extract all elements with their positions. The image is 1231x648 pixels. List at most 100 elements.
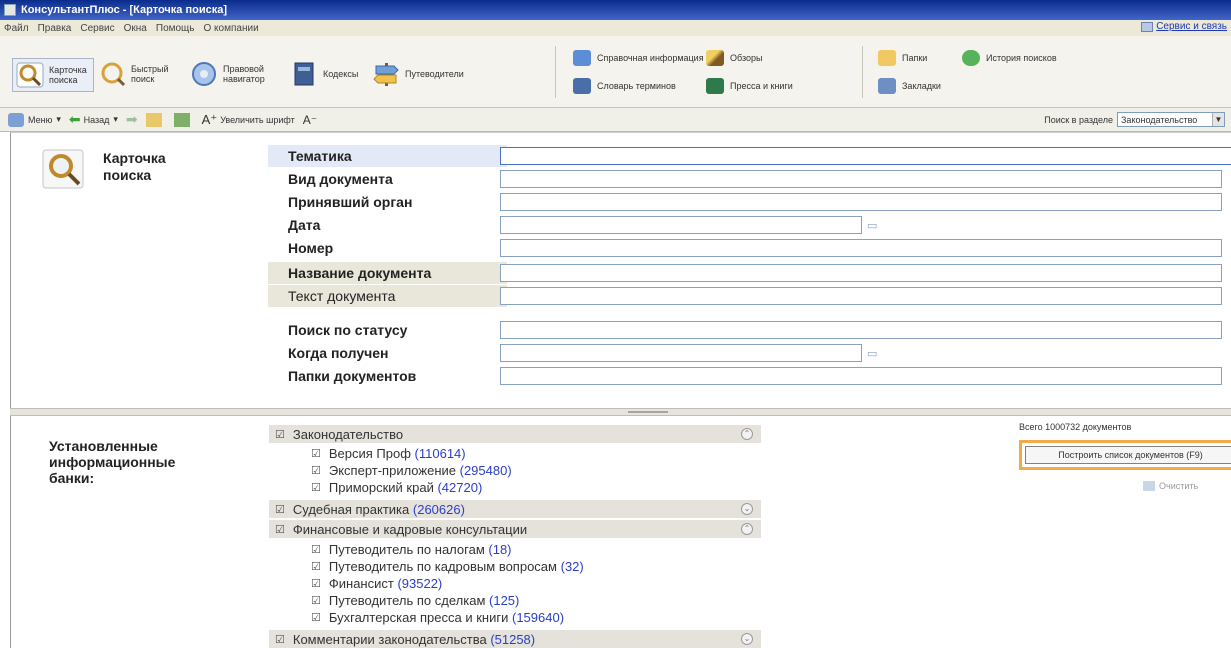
- field-label-doc-title[interactable]: Название документа: [268, 262, 507, 284]
- collapse-icon[interactable]: ⌃: [741, 428, 753, 440]
- card-title: Карточка поиска: [103, 150, 166, 184]
- checkbox-checked-icon[interactable]: ☑: [311, 594, 321, 607]
- menu-about[interactable]: О компании: [204, 23, 259, 34]
- checkbox-checked-icon[interactable]: ☑: [275, 633, 285, 646]
- legal-navigator-button[interactable]: Правовой навигатор: [190, 60, 265, 88]
- field-label-date[interactable]: Дата: [268, 214, 507, 236]
- menu-help[interactable]: Помощь: [156, 23, 195, 34]
- bank-item[interactable]: ☑ Путеводитель по налогам (18): [311, 541, 512, 557]
- forward-button[interactable]: ➡: [126, 111, 138, 128]
- terms-dictionary-button[interactable]: Словарь терминов: [573, 78, 676, 94]
- bank-group-name: Финансовые и кадровые консультации: [292, 521, 528, 537]
- bank-item[interactable]: ☑ Путеводитель по кадровым вопросам (32): [311, 558, 584, 574]
- topic-field[interactable]: [500, 147, 1231, 165]
- reviews-button[interactable]: Обзоры: [706, 50, 762, 66]
- service-link[interactable]: Сервис и связь: [1141, 21, 1227, 32]
- checkbox-checked-icon[interactable]: ☑: [311, 543, 321, 556]
- expand-icon[interactable]: ⌄: [741, 503, 753, 515]
- bookmarks-button[interactable]: Закладки: [878, 78, 941, 94]
- folders-label: Папки: [902, 53, 928, 63]
- bank-group-row[interactable]: ☑ Финансовые и кадровые консультации ⌃: [269, 520, 761, 538]
- bank-group-row[interactable]: ☑ Законодательство ⌃: [269, 425, 761, 443]
- increase-font-button[interactable]: A⁺ Увеличить шрифт: [202, 112, 295, 128]
- search-card-button[interactable]: Карточка поиска: [12, 58, 94, 92]
- checkbox-checked-icon[interactable]: ☑: [311, 481, 321, 494]
- number-field[interactable]: [500, 239, 1222, 257]
- expand-icon[interactable]: ⌄: [741, 633, 753, 645]
- field-label-topic[interactable]: Тематика: [268, 145, 507, 167]
- checkbox-checked-icon[interactable]: ☑: [275, 428, 285, 441]
- doc-title-field[interactable]: [500, 264, 1222, 282]
- calendar-icon[interactable]: ▭: [867, 220, 881, 232]
- authority-field[interactable]: [500, 193, 1222, 211]
- service-link-label: Сервис и связь: [1156, 21, 1227, 32]
- guide-button[interactable]: Путеводители: [372, 60, 464, 88]
- bank-group-row[interactable]: ☑ Комментарии законодательства (51258) ⌄: [269, 630, 761, 648]
- folders-button[interactable]: Папки: [878, 50, 927, 66]
- menu-button[interactable]: Меню ▾: [8, 112, 61, 127]
- checkbox-checked-icon[interactable]: ☑: [311, 577, 321, 590]
- banks-title-line: банки:: [49, 470, 95, 486]
- reviews-label: Обзоры: [730, 53, 763, 63]
- menu-file[interactable]: Файл: [4, 23, 29, 34]
- bank-item[interactable]: ☑ Приморский край (42720): [311, 479, 482, 495]
- press-books-button[interactable]: Пресса и книги: [706, 78, 793, 94]
- decrease-font-button[interactable]: A⁻: [303, 113, 317, 127]
- menu-windows[interactable]: Окна: [124, 23, 147, 34]
- search-card-icon: [42, 149, 84, 189]
- export-button[interactable]: [173, 112, 194, 127]
- field-label-received[interactable]: Когда получен: [268, 342, 507, 364]
- field-label-number[interactable]: Номер: [268, 237, 507, 259]
- reference-info-button[interactable]: Справочная информация: [573, 50, 704, 66]
- window-title-bar: КонсультантПлюс - [Карточка поиска]: [0, 0, 1231, 20]
- section-dropdown[interactable]: Законодательство ▼: [1117, 112, 1225, 127]
- bank-item[interactable]: ☑ Бухгалтерская пресса и книги (159640): [311, 609, 564, 625]
- bank-item[interactable]: ☑ Финансист (93522): [311, 575, 442, 591]
- clear-button[interactable]: Очистить: [1143, 478, 1231, 494]
- field-label-status[interactable]: Поиск по статусу: [268, 319, 507, 341]
- toolbar-separator: [862, 46, 863, 98]
- checkbox-checked-icon[interactable]: ☑: [311, 560, 321, 573]
- bank-item[interactable]: ☑ Версия Проф (110614): [311, 445, 466, 461]
- folders-field[interactable]: [500, 367, 1222, 385]
- quick-search-button[interactable]: Быстрый поиск: [98, 60, 169, 88]
- guide-label: Путеводители: [405, 69, 464, 79]
- received-field[interactable]: [500, 344, 862, 362]
- menu-edit[interactable]: Правка: [38, 23, 72, 34]
- bank-item[interactable]: ☑ Эксперт-приложение (295480): [311, 462, 512, 478]
- field-label-doc-type[interactable]: Вид документа: [268, 168, 507, 190]
- field-label-doc-text[interactable]: Текст документа: [268, 285, 507, 307]
- checkbox-checked-icon[interactable]: ☑: [311, 464, 321, 477]
- bank-item-count: (32): [560, 558, 584, 574]
- field-label-folders[interactable]: Папки документов: [268, 365, 507, 387]
- banks-title: Установленные информационные банки:: [49, 438, 175, 486]
- copy-button[interactable]: [145, 112, 166, 127]
- pen-icon: [706, 50, 724, 66]
- checkbox-checked-icon[interactable]: ☑: [311, 611, 321, 624]
- card-title-line: Карточка: [103, 150, 166, 166]
- export-icon: [173, 112, 190, 127]
- section-selector: Поиск в разделе Законодательство ▼: [1044, 112, 1225, 127]
- menu-service[interactable]: Сервис: [80, 23, 114, 34]
- bank-group-row[interactable]: ☑ Судебная практика (260626) ⌄: [269, 500, 761, 518]
- build-list-button[interactable]: Построить список документов (F9): [1019, 440, 1231, 470]
- checkbox-checked-icon[interactable]: ☑: [275, 503, 285, 516]
- panel-splitter[interactable]: [10, 408, 1231, 416]
- reference-info-label: Справочная информация: [597, 53, 704, 63]
- collapse-icon[interactable]: ⌃: [741, 523, 753, 535]
- history-button[interactable]: История поисков: [962, 50, 1057, 66]
- status-field[interactable]: [500, 321, 1222, 339]
- field-label-authority[interactable]: Принявший орган: [268, 191, 507, 213]
- doc-type-field[interactable]: [500, 170, 1222, 188]
- back-button[interactable]: ⬅ Назад ▾: [69, 111, 118, 128]
- bank-item-name: Финансист: [328, 575, 394, 591]
- bank-item-name: Версия Проф: [328, 445, 411, 461]
- doc-text-field[interactable]: [500, 287, 1222, 305]
- bank-item[interactable]: ☑ Путеводитель по сделкам (125): [311, 592, 519, 608]
- quick-search-icon: [101, 62, 126, 87]
- date-field[interactable]: [500, 216, 862, 234]
- checkbox-checked-icon[interactable]: ☑: [311, 447, 321, 460]
- calendar-icon[interactable]: ▭: [867, 348, 881, 360]
- codes-button[interactable]: Кодексы: [290, 60, 358, 88]
- checkbox-checked-icon[interactable]: ☑: [275, 523, 285, 536]
